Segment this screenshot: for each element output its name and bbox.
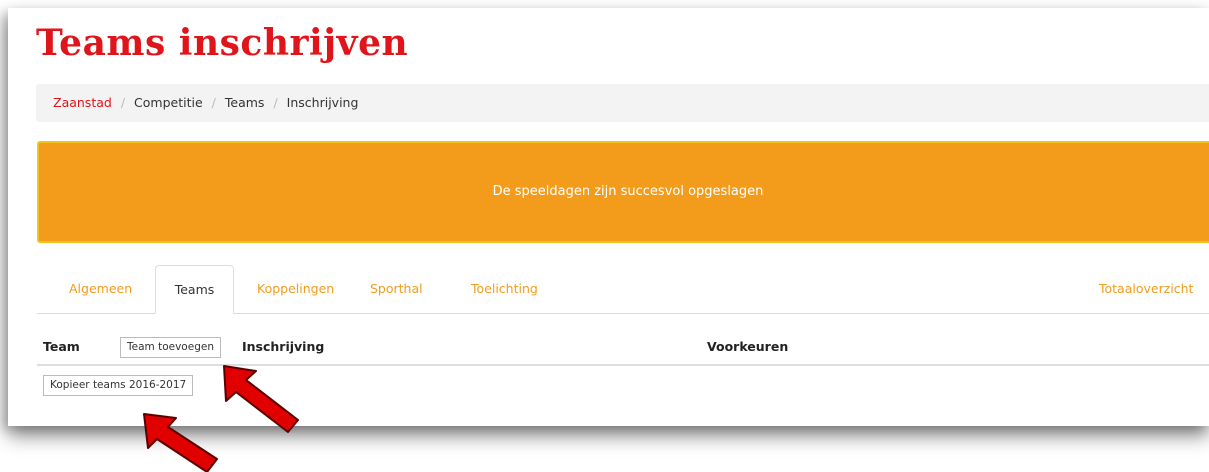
arrow-to-copy-teams-icon	[143, 413, 218, 472]
arrow-to-add-team-icon	[223, 365, 299, 433]
annotation-arrows	[143, 365, 299, 472]
